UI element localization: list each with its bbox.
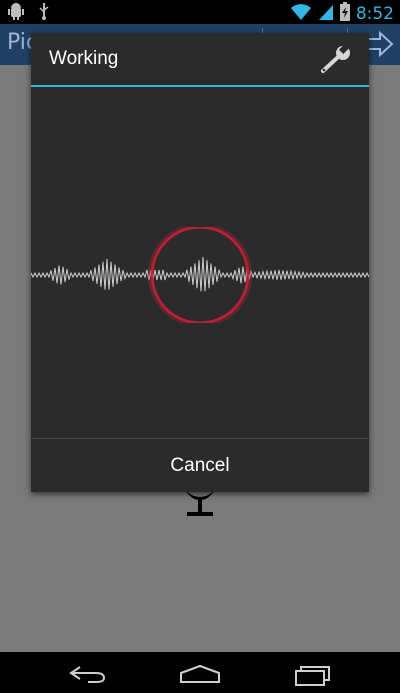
usb-icon [38,2,50,24]
recent-apps-icon[interactable] [292,664,332,690]
dialog-header: Working [31,33,369,86]
clock: 8:52 [355,3,394,24]
waveform-line [31,256,369,292]
navigation-bar [0,652,400,693]
microphone-stand-icon [183,490,217,524]
signal-icon [318,3,334,25]
wrench-icon[interactable] [319,44,353,77]
wifi-icon [290,3,312,25]
android-debug-icon [8,2,24,24]
back-icon[interactable] [68,664,108,688]
home-icon[interactable] [178,664,222,688]
dialog-title: Working [49,48,119,69]
status-bar: 8:52 [0,0,400,24]
battery-charging-icon [339,2,350,25]
audio-waveform [31,227,369,323]
cancel-button[interactable]: Cancel [31,439,369,492]
working-dialog: Working Cancel [31,33,369,492]
dialog-body [31,87,369,438]
